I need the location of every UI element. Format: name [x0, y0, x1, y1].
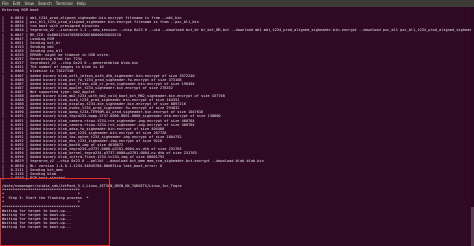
terminal-output[interactable]: Entering RCM boot[ 0.0034 ] mb1_t234_pro… [2, 8, 472, 244]
menu-bar: File Edit View Search Terminal Help [0, 0, 474, 7]
terminal-line: Waiting for target to boot-up... [2, 224, 72, 229]
menu-terminal[interactable]: Terminal [56, 1, 73, 6]
menu-file[interactable]: File [2, 1, 9, 6]
menu-search[interactable]: Search [38, 1, 52, 6]
menu-help[interactable]: Help [77, 1, 86, 6]
menu-view[interactable]: View [24, 1, 34, 6]
menu-edit[interactable]: Edit [13, 1, 21, 6]
terminal-window: File Edit View Search Terminal Help Ente… [0, 0, 474, 246]
terminal-line: [ 0.0044 ] tegrarcm_v2 --instance 1-1 --… [2, 28, 472, 33]
